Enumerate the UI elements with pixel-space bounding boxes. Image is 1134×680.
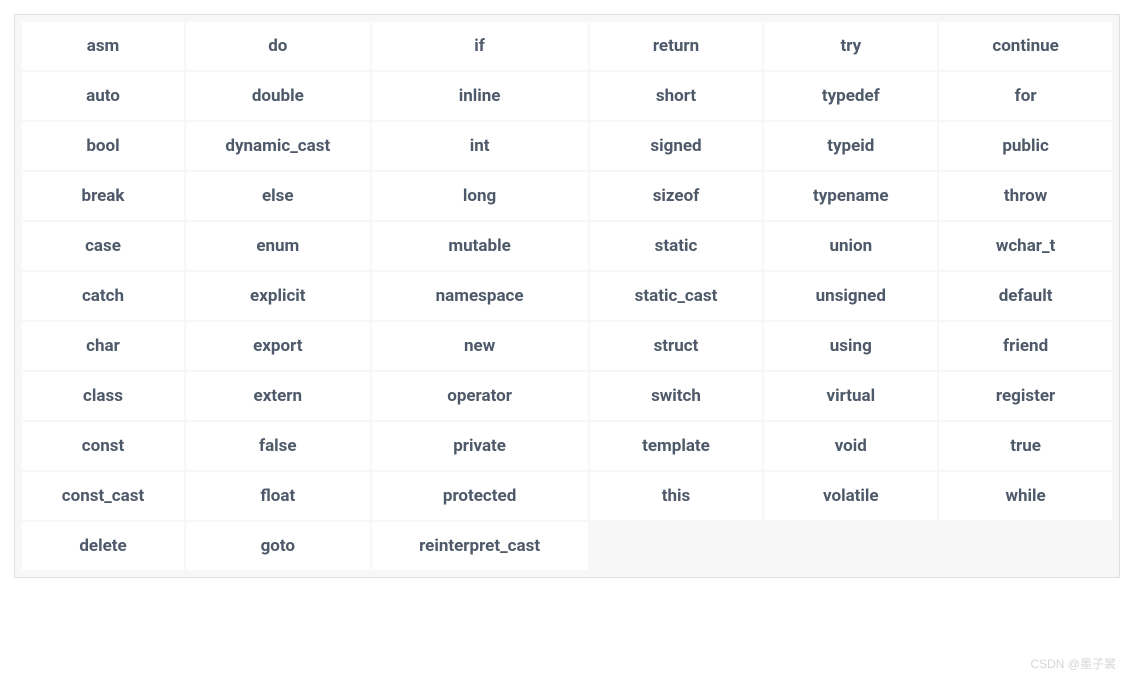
table-cell: return <box>590 22 763 70</box>
table-row: catchexplicitnamespacestatic_castunsigne… <box>22 272 1112 320</box>
table-cell: virtual <box>764 372 937 420</box>
table-cell: protected <box>372 472 588 520</box>
table-row: charexportnewstructusingfriend <box>22 322 1112 370</box>
table-cell: mutable <box>372 222 588 270</box>
table-cell: continue <box>939 22 1112 70</box>
table-cell: delete <box>22 522 184 570</box>
table-cell: this <box>590 472 763 520</box>
watermark: CSDN @墨子裳 <box>1030 655 1116 672</box>
table-cell: static <box>590 222 763 270</box>
table-cell: break <box>22 172 184 220</box>
table-cell: try <box>764 22 937 70</box>
table-cell: int <box>372 122 588 170</box>
table-row: autodoubleinlineshorttypedeffor <box>22 72 1112 120</box>
table-cell: while <box>939 472 1112 520</box>
table-cell: wchar_t <box>939 222 1112 270</box>
table-row: asmdoifreturntrycontinue <box>22 22 1112 70</box>
table-cell: reinterpret_cast <box>372 522 588 570</box>
table-row: caseenummutablestaticunionwchar_t <box>22 222 1112 270</box>
table-cell: signed <box>590 122 763 170</box>
table-cell: true <box>939 422 1112 470</box>
table-cell <box>590 522 763 570</box>
keywords-table-wrapper: asmdoifreturntrycontinueautodoubleinline… <box>14 14 1120 578</box>
table-cell: for <box>939 72 1112 120</box>
table-cell: friend <box>939 322 1112 370</box>
table-cell: namespace <box>372 272 588 320</box>
table-cell: unsigned <box>764 272 937 320</box>
table-cell: new <box>372 322 588 370</box>
table-cell: using <box>764 322 937 370</box>
table-cell: bool <box>22 122 184 170</box>
table-cell: catch <box>22 272 184 320</box>
table-cell: char <box>22 322 184 370</box>
table-row: deletegotoreinterpret_cast <box>22 522 1112 570</box>
table-cell: operator <box>372 372 588 420</box>
table-cell <box>764 522 937 570</box>
table-cell: const <box>22 422 184 470</box>
table-cell: auto <box>22 72 184 120</box>
table-cell: throw <box>939 172 1112 220</box>
table-cell: inline <box>372 72 588 120</box>
table-cell: typename <box>764 172 937 220</box>
table-cell: union <box>764 222 937 270</box>
table-cell: extern <box>186 372 370 420</box>
table-cell: typedef <box>764 72 937 120</box>
table-cell: register <box>939 372 1112 420</box>
table-cell: volatile <box>764 472 937 520</box>
table-cell: sizeof <box>590 172 763 220</box>
table-cell: template <box>590 422 763 470</box>
table-cell: default <box>939 272 1112 320</box>
table-row: classexternoperatorswitchvirtualregister <box>22 372 1112 420</box>
table-cell: const_cast <box>22 472 184 520</box>
table-cell: asm <box>22 22 184 70</box>
table-cell: class <box>22 372 184 420</box>
table-cell: do <box>186 22 370 70</box>
table-cell: struct <box>590 322 763 370</box>
table-row: constfalseprivatetemplatevoidtrue <box>22 422 1112 470</box>
table-cell: if <box>372 22 588 70</box>
table-row: const_castfloatprotectedthisvolatilewhil… <box>22 472 1112 520</box>
table-row: booldynamic_castintsignedtypeidpublic <box>22 122 1112 170</box>
table-cell: double <box>186 72 370 120</box>
table-cell <box>939 522 1112 570</box>
table-cell: enum <box>186 222 370 270</box>
table-cell: explicit <box>186 272 370 320</box>
keywords-table: asmdoifreturntrycontinueautodoubleinline… <box>20 20 1114 572</box>
table-cell: case <box>22 222 184 270</box>
table-cell: short <box>590 72 763 120</box>
table-cell: float <box>186 472 370 520</box>
table-cell: typeid <box>764 122 937 170</box>
table-cell: goto <box>186 522 370 570</box>
table-cell: false <box>186 422 370 470</box>
table-cell: void <box>764 422 937 470</box>
table-cell: long <box>372 172 588 220</box>
table-cell: export <box>186 322 370 370</box>
table-cell: static_cast <box>590 272 763 320</box>
table-cell: public <box>939 122 1112 170</box>
table-cell: dynamic_cast <box>186 122 370 170</box>
table-cell: switch <box>590 372 763 420</box>
table-cell: private <box>372 422 588 470</box>
table-cell: else <box>186 172 370 220</box>
table-row: breakelselongsizeoftypenamethrow <box>22 172 1112 220</box>
